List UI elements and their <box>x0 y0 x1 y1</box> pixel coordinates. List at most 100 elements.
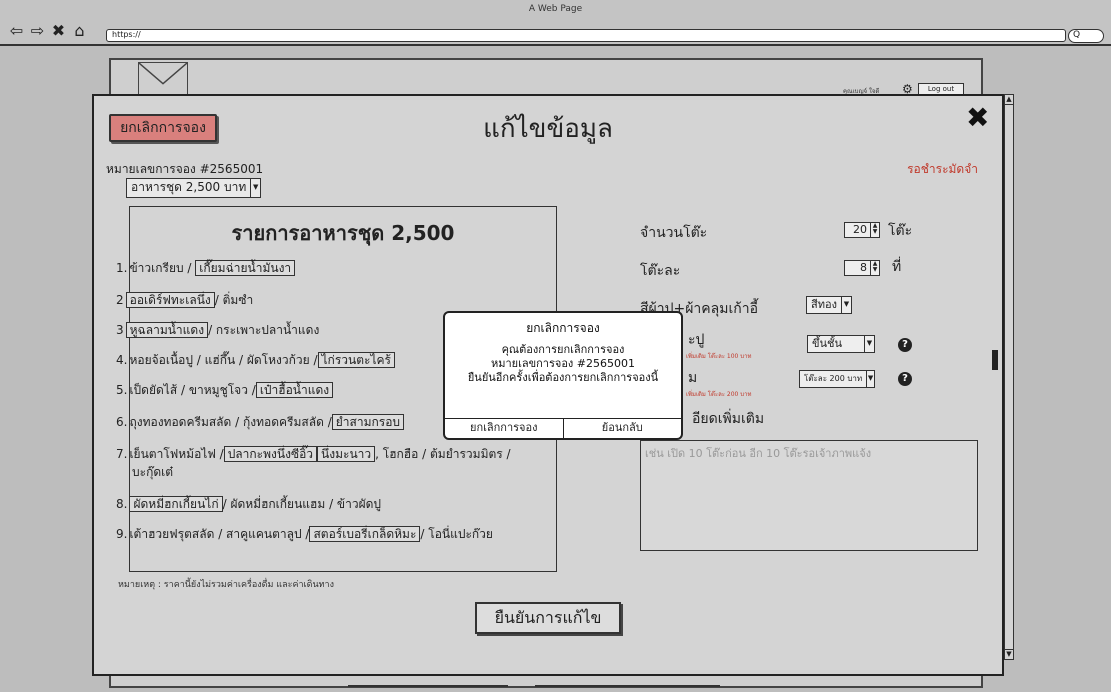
menu-item-text: / โอนี่แปะก๊วย <box>420 527 493 541</box>
cloth-price-note: เพิ่มเติม โต๊ะละ 100 บาท <box>686 353 752 360</box>
status-text: รอชำระมัดจำ <box>907 162 978 176</box>
window-title: A Web Page <box>528 4 583 14</box>
per-table-label: โต๊ะละ <box>640 263 681 279</box>
background-button <box>535 685 720 691</box>
price-note: หมายเหตุ : ราคานี้ยังไม่รวมค่าเครื่องดื่… <box>118 580 334 590</box>
extra-label: ม <box>688 370 698 386</box>
dialog-buttons: ยกเลิกการจอง ย้อนกลับ <box>445 418 681 438</box>
dialog-line: หมายเลขการจอง #2565001 <box>490 357 635 370</box>
per-table-unit: ที่ <box>892 259 902 275</box>
chevron-down-icon: ▼ <box>250 179 260 197</box>
menu-item: 3 หูฉลามน้ำแดง / กระเพาะปลาน้ำแดง <box>116 321 319 340</box>
menu-item-text: เย็นตาโฟหม้อไฟ / <box>129 447 224 461</box>
extra-select-value: โต๊ะละ 200 บาท <box>804 374 863 383</box>
dialog-title: ยกเลิกการจอง <box>526 321 600 335</box>
modal-scrollbar[interactable]: ▲ ▼ <box>1004 94 1014 660</box>
tables-label: จำนวนโต๊ะ <box>640 225 708 241</box>
menu-item-number: 3 <box>116 323 124 337</box>
help-icon[interactable]: ? <box>898 338 912 352</box>
dialog-confirm-cancel-button[interactable]: ยกเลิกการจอง <box>445 419 563 438</box>
tables-unit: โต๊ะ <box>888 223 913 239</box>
forward-arrow-icon[interactable]: ⇨ <box>29 23 46 39</box>
dialog-body: คุณต้องการยกเลิกการจอง หมายเลขการจอง #25… <box>445 343 681 385</box>
dialog-back-button[interactable]: ย้อนกลับ <box>562 419 682 438</box>
selected-dish: เป๋าฮื้อน้ำแดง <box>255 382 334 398</box>
set-menu-select[interactable]: อาหารชุด 2,500 บาท ▼ <box>126 178 262 198</box>
stepper-arrows-icon[interactable]: ▲ ▼ <box>870 261 879 275</box>
menu-item-text: / กระเพาะปลาน้ำแดง <box>208 323 320 337</box>
scroll-up-icon[interactable]: ▲ <box>1005 95 1013 105</box>
menu-title: รายการอาหารชุด 2,500 <box>231 221 455 245</box>
cancel-confirm-dialog: ยกเลิกการจอง คุณต้องการยกเลิกการจอง หมาย… <box>443 311 683 440</box>
scrollbar-thumb[interactable] <box>992 350 998 370</box>
menu-item: บะกุ๊ดเต๋ <box>132 463 173 482</box>
tables-value: 20 <box>853 223 867 236</box>
cloth-select-value: ขึ้นชั้น <box>812 337 843 350</box>
per-table-value: 8 <box>860 261 867 274</box>
set-menu-select-value: อาหารชุด 2,500 บาท <box>131 180 247 194</box>
tables-stepper[interactable]: 20 ▲ ▼ <box>844 222 880 238</box>
menu-item-text: / ผัดหมี่ฮกเกี้ยนแฮม / ข้าวผัดปู <box>222 497 382 511</box>
background-button <box>348 685 508 691</box>
selected-dish: ผัดหมี่ฮกเกี้ยนไก่ <box>129 496 223 512</box>
confirm-edit-button[interactable]: ยืนยันการแก้ไข <box>475 602 621 634</box>
selected-dish: เกี๊ยมฉ่ายน้ำมันงา <box>195 260 296 276</box>
nav-icons: ⇦ ⇨ ✖ ⌂ <box>8 23 88 39</box>
color-select[interactable]: สีทอง ▼ <box>806 296 852 314</box>
modal-title: แก้ไขข้อมูล <box>483 114 613 144</box>
extra-price-note: เพิ่มเติม โต๊ะละ 200 บาท <box>686 391 752 398</box>
chevron-down-icon: ▼ <box>864 336 874 352</box>
dialog-line: คุณต้องการยกเลิกการจอง <box>501 343 625 356</box>
home-icon[interactable]: ⌂ <box>71 23 88 39</box>
menu-item: 1. ข้าวเกรียบ / เกี๊ยมฉ่ายน้ำมันงา <box>116 259 296 278</box>
chevron-down-icon: ▼ <box>866 371 874 387</box>
menu-item-text: ถุงทองทอดครีมสลัด / กุ้งทอดครีมสลัด / <box>129 415 332 429</box>
menu-item-number: 2 <box>116 293 124 307</box>
dialog-line: ยืนยันอีกครั้งเพื่อต้องการยกเลิกการจองนี… <box>467 371 659 384</box>
menu-item: 6. ถุงทองทอดครีมสลัด / กุ้งทอดครีมสลัด / ย… <box>116 413 405 432</box>
menu-item: 8. ผัดหมี่ฮกเกี้ยนไก่ / ผัดหมี่ฮกเกี้ยนแฮม… <box>116 495 381 514</box>
menu-item: 4. หอยจ้อเนื้อปู / แฮ่กึ๊น / ผัดโหงวก้วย … <box>116 351 395 370</box>
cloth-select[interactable]: ขึ้นชั้น ▼ <box>807 335 875 353</box>
selected-dish: สตอร์เบอรี่เกล็ดหิมะ <box>309 526 421 542</box>
help-icon[interactable]: ? <box>898 372 912 386</box>
menu-item-text: / ติ่มซำ <box>214 293 254 307</box>
menu-item-number: 9. <box>116 527 128 541</box>
menu-item-text: ข้าวเกรียบ / <box>129 261 196 275</box>
menu-item-text: บะกุ๊ดเต๋ <box>132 465 174 479</box>
search-field[interactable]: Q <box>1068 29 1104 43</box>
color-select-value: สีทอง <box>811 298 837 311</box>
menu-item-text: , โฮกฮือ / ต้มยำรวมมิตร / <box>375 447 511 461</box>
menu-item-text: เต้าฮวยฟรุตสลัด / สาคูแคนตาลูป / <box>129 527 310 541</box>
menu-item-number: 8. <box>116 497 128 511</box>
menu-item-number: 5. <box>116 383 128 397</box>
details-label: อียดเพิ่มเติม <box>692 411 765 427</box>
menu-item: 7. เย็นตาโฟหม้อไฟ / ปลากะพงนึ่งซีอิ๊ว นึ่งม… <box>116 445 511 464</box>
selected-dish: ปลากะพงนึ่งซีอิ๊ว <box>223 446 318 462</box>
menu-item: 9. เต้าฮวยฟรุตสลัด / สาคูแคนตาลูป / สตอร์เ… <box>116 525 493 544</box>
cloth-label: ะปู <box>688 332 705 348</box>
menu-item-number: 4. <box>116 353 128 367</box>
per-table-stepper[interactable]: 8 ▲ ▼ <box>844 260 880 276</box>
stop-icon[interactable]: ✖ <box>50 23 67 39</box>
close-icon[interactable]: ✖ <box>966 104 989 132</box>
menu-item-text: เป็ดยัดไส้ / ขาหมูชูโจว / <box>129 383 256 397</box>
selected-dish: ออเดิร์ฟทะเลนึ่ง <box>125 292 215 308</box>
scroll-down-icon[interactable]: ▼ <box>1005 649 1013 659</box>
menu-item: 5. เป็ดยัดไส้ / ขาหมูชูโจว / เป๋าฮื้อน้ำแด… <box>116 381 334 400</box>
menu-item-number: 7. <box>116 447 128 461</box>
selected-dish: ไก่รวนตะไคร้ <box>317 352 395 368</box>
url-bar[interactable]: https:// <box>106 29 1066 42</box>
menu-item-number: 6. <box>116 415 128 429</box>
back-arrow-icon[interactable]: ⇦ <box>8 23 25 39</box>
menu-item-number: 1. <box>116 261 128 275</box>
selected-dish: ยำสามกรอบ <box>331 414 405 430</box>
browser-chrome: A Web Page ⇦ ⇨ ✖ ⌂ https:// Q <box>0 0 1111 46</box>
selected-dish: หูฉลามน้ำแดง <box>125 322 209 338</box>
chevron-down-icon: ▼ <box>841 297 851 313</box>
stepper-arrows-icon[interactable]: ▲ ▼ <box>870 223 879 237</box>
menu-item-text: หอยจ้อเนื้อปู / แฮ่กึ๊น / ผัดโหงวก้วย / <box>129 353 318 367</box>
details-textarea[interactable]: เช่น เปิด 10 โต๊ะก่อน อีก 10 โต๊ะรอเจ้าภ… <box>640 440 978 551</box>
logo-placeholder <box>138 62 188 96</box>
extra-select[interactable]: โต๊ะละ 200 บาท ▼ <box>799 370 875 388</box>
